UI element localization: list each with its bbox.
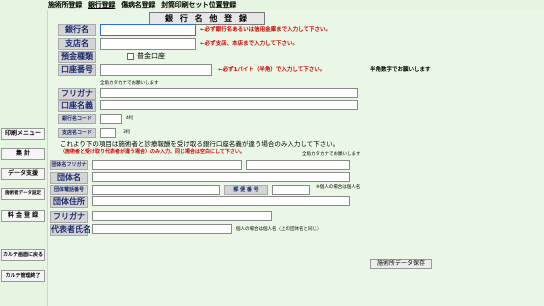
org-furigana-label: 団体名フリガナ — [50, 160, 88, 170]
postal-label: 郵 便 番 号 — [224, 185, 268, 195]
totals-button[interactable]: 集 計 — [1, 148, 45, 160]
org-furigana-input-2[interactable] — [246, 160, 350, 170]
account-type-value: 普金口座 — [137, 52, 165, 60]
account-type-label: 預金種類 — [58, 51, 96, 63]
org-phone-input[interactable] — [92, 185, 220, 195]
bank-name-label: 銀行名 — [58, 24, 96, 36]
tab-clinic-registration[interactable]: 施術所登録 — [48, 0, 82, 10]
org-furigana-hint: 全角カタカナでお願いします — [302, 152, 361, 157]
bank-name-note: ←必ず銀行名あるいは信用金庫まで入力して下さい。 — [200, 27, 331, 33]
branch-code-label: 支店名コード — [58, 128, 96, 138]
org-phone-label: 団体電話番号 — [50, 185, 88, 195]
account-holder-input[interactable] — [100, 100, 358, 110]
tab-injury-registration[interactable]: 傷病名登録 — [121, 0, 155, 10]
savings-account-checkbox[interactable] — [127, 53, 134, 60]
furigana-input[interactable] — [100, 88, 358, 98]
tab-envelope-print-position[interactable]: 封筒印刷セット位置登録 — [161, 0, 236, 10]
rep-furigana-label: フリガナ — [50, 211, 88, 223]
org-address-label: 団体住所 — [50, 196, 88, 208]
branch-code-input[interactable] — [100, 128, 116, 138]
main-panel — [47, 10, 544, 306]
save-clinic-data-button[interactable]: 施術所データ保存 — [370, 259, 432, 269]
rep-name-input[interactable] — [92, 224, 232, 234]
rep-name-hint: 個人の場合は個人名（上の団体名と同じ） — [236, 227, 322, 232]
org-furigana-input[interactable] — [92, 160, 242, 170]
branch-name-label: 支店名 — [58, 38, 96, 50]
account-number-label: 口座番号 — [58, 64, 96, 76]
account-holder-label: 口座名義 — [58, 100, 96, 112]
tab-bar: 施術所登録 銀行登録 傷病名登録 封筒印刷セット位置登録 — [48, 0, 236, 10]
exit-chart-management-button[interactable]: カルテ管理終了 — [1, 270, 45, 282]
print-menu-button[interactable]: 印刷メニュー — [1, 128, 45, 140]
postal-input[interactable] — [272, 185, 310, 195]
fee-registration-button[interactable]: 料 金 登 録 — [1, 210, 45, 222]
tab-bank-registration[interactable]: 銀行登録 — [88, 0, 115, 10]
rep-furigana-input[interactable] — [92, 211, 272, 221]
org-phone-hint: ※個人の場合は個人名 — [316, 185, 361, 190]
instruction-red-text: （施術者と受け取り代表者が違う場合）のみ入力、同じ場合は空白にして下さい。 — [60, 149, 245, 155]
bank-code-label: 銀行名コード — [58, 114, 96, 124]
org-name-label: 団体名 — [50, 172, 88, 184]
branch-code-digits: 3桁 — [123, 130, 131, 135]
bank-code-digits: 4桁 — [126, 116, 134, 121]
bank-name-input[interactable] — [100, 24, 196, 36]
data-support-button[interactable]: データ支援 — [1, 168, 45, 180]
return-to-chart-button[interactable]: カルテ画面に戻る — [1, 249, 45, 261]
furigana-hint: 全角カタカナでお願いします — [100, 81, 159, 86]
branch-name-note: ←必ず支店、本店まで入力して下さい。 — [200, 41, 298, 47]
account-number-input[interactable] — [100, 64, 212, 76]
org-address-input[interactable] — [92, 196, 350, 206]
account-number-suffix: 半角数字でお願いします — [370, 67, 431, 73]
furigana-label: フリガナ — [58, 88, 96, 100]
rep-name-label: 代表者氏名 — [50, 224, 91, 236]
practitioner-data-settings-button[interactable]: 施術者データ設定 — [1, 188, 45, 200]
org-name-input[interactable] — [92, 172, 350, 182]
account-number-note: ←必ず1バイト（半角）で入力して下さい。 — [218, 67, 326, 73]
branch-name-input[interactable] — [100, 38, 196, 50]
instruction-text: これより下の項目は施術者と診療報酬を受け取る銀行口座名義が違う場合のみ入力して下… — [60, 140, 340, 148]
bank-code-input[interactable] — [100, 114, 122, 124]
